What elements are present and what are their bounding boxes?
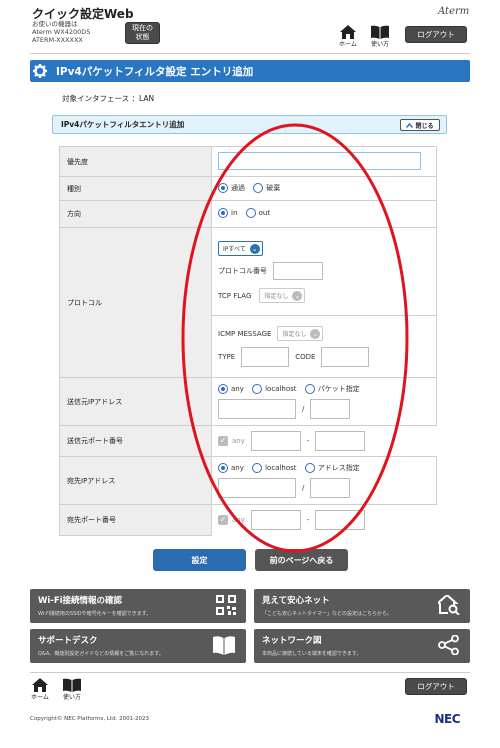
tile-wifi-info[interactable]: Wi-Fi接続情報の確認 Wi-Fi接続用のSSIDや暗号化キーを確認できます。: [30, 589, 246, 623]
tile-network-map[interactable]: ネットワーク図 本商品に接続している端末を確認できます。: [254, 629, 470, 663]
footer-logout-button[interactable]: ログアウト: [405, 678, 467, 695]
house-search-icon: [438, 595, 460, 615]
copyright: Copyright© NEC Platforms, Ltd. 2001-2023: [30, 716, 150, 722]
footer-home-nav[interactable]: ホーム: [31, 678, 49, 701]
footer-divider: [30, 672, 470, 673]
home-icon: [31, 678, 48, 692]
book-icon: [63, 678, 81, 692]
book-icon: [213, 636, 235, 655]
footer-manual-nav[interactable]: 使い方: [62, 678, 82, 701]
nec-logo: NEC: [434, 712, 460, 726]
tile-support-desk[interactable]: サポートデスク Q&A、機能別設定ガイドなどの情報をご覧になれます。: [30, 629, 246, 663]
tile-safe-net[interactable]: 見えて安心ネット 「こども安心ネットタイマー」などの設定はこちらから。: [254, 589, 470, 623]
qr-code-icon: [216, 595, 236, 615]
network-share-icon: [438, 635, 459, 655]
